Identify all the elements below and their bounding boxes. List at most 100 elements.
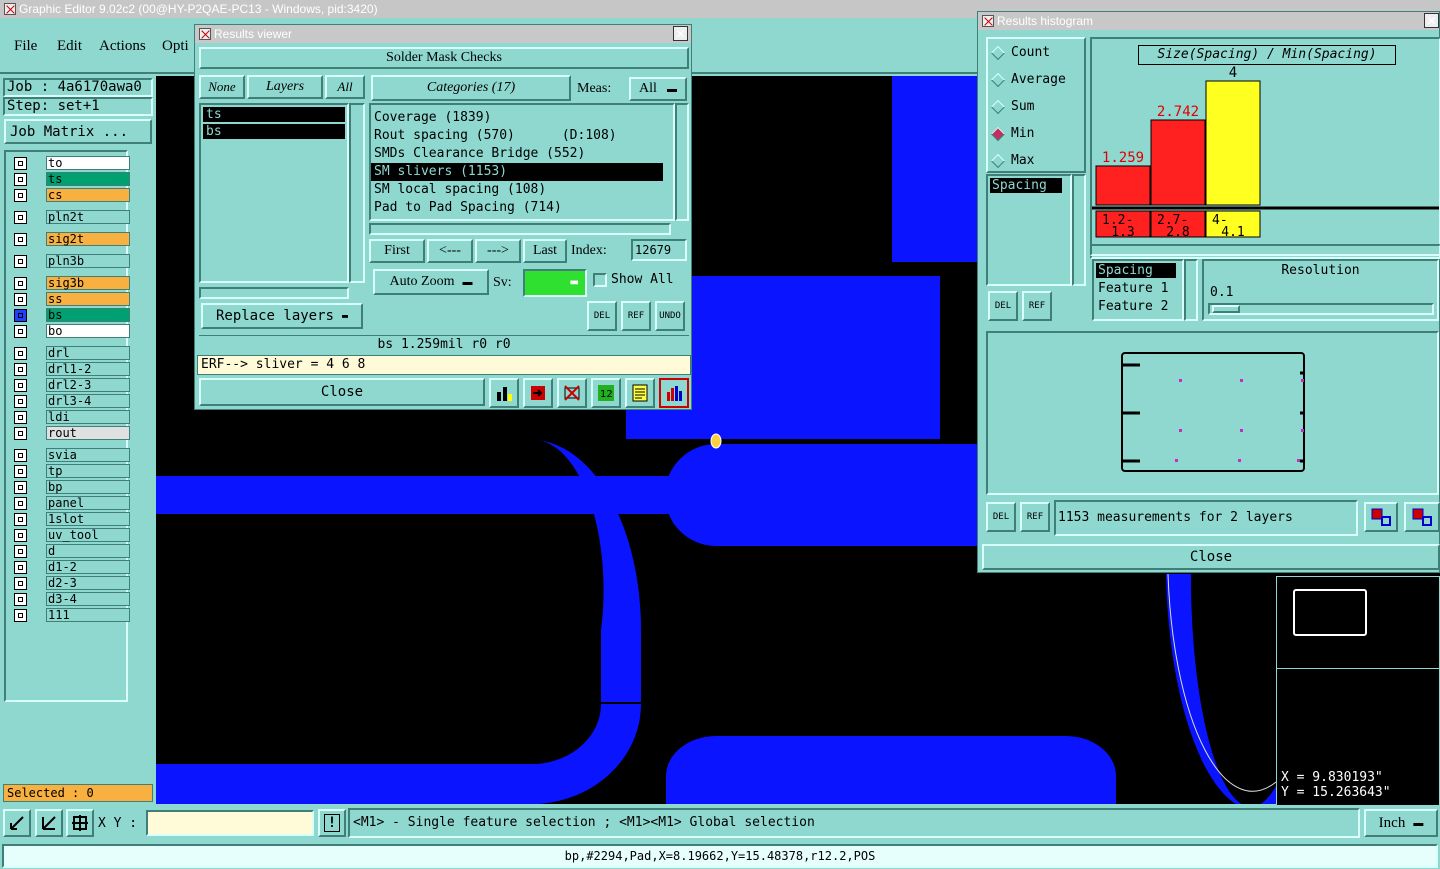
layer-checkbox[interactable] xyxy=(14,254,27,268)
zoom-area-icon[interactable] xyxy=(1404,502,1440,532)
layer-row-pln2t[interactable]: pln2t xyxy=(14,210,130,224)
layer-list-hscroll[interactable] xyxy=(199,287,349,299)
job-matrix-button[interactable]: Job Matrix ... xyxy=(4,119,152,144)
meas-select[interactable]: All ▬ xyxy=(629,77,687,101)
layer-row-d[interactable]: d xyxy=(14,544,130,558)
layer-checkbox[interactable] xyxy=(14,346,27,360)
grid-snap-icon[interactable] xyxy=(66,809,94,837)
layer-row-drl1-2[interactable]: drl1-2 xyxy=(14,362,130,376)
mode-radio-count[interactable]: Count xyxy=(988,39,1084,66)
menu-edit[interactable]: Edit xyxy=(57,38,82,55)
layer-checkbox[interactable] xyxy=(14,464,27,478)
layer-name[interactable]: d2-3 xyxy=(46,576,130,590)
layer-row-bo[interactable]: bo xyxy=(14,324,130,338)
layer-name[interactable]: 1slot xyxy=(46,512,130,526)
list-item[interactable]: Feature 1 xyxy=(1094,280,1182,298)
layer-row-ts[interactable]: ts xyxy=(14,172,130,186)
layer-name[interactable]: bo xyxy=(46,324,130,338)
zoom-fit-icon[interactable] xyxy=(1364,502,1398,532)
layer-checkbox[interactable] xyxy=(14,210,27,224)
layer-name[interactable]: d3-4 xyxy=(46,592,130,606)
layer-name[interactable]: svia xyxy=(46,448,130,462)
slider-thumb[interactable] xyxy=(1212,305,1240,313)
layer-name[interactable]: ss xyxy=(46,292,130,306)
axis-list[interactable]: Spacing Feature 1 Feature 2 xyxy=(1092,259,1184,321)
category-item[interactable]: SMDs Clearance Bridge (552) xyxy=(371,145,673,163)
histogram-icon[interactable] xyxy=(659,378,689,408)
first-button[interactable]: First xyxy=(369,239,425,263)
layer-checkbox[interactable] xyxy=(14,378,27,392)
layers-button[interactable]: Layers xyxy=(247,75,323,99)
layer-row-tp[interactable]: tp xyxy=(14,464,130,478)
layer-checkbox[interactable] xyxy=(14,426,27,440)
layer-row-bs[interactable]: bs xyxy=(14,308,130,322)
layer-row-d2-3[interactable]: d2-3 xyxy=(14,576,130,590)
radio-indicator[interactable] xyxy=(990,72,1006,87)
layer-row-drl3-4[interactable]: drl3-4 xyxy=(14,394,130,408)
layer-name[interactable]: ts xyxy=(46,172,130,186)
mode-radio-min[interactable]: Min xyxy=(988,120,1084,147)
list-item[interactable]: Spacing xyxy=(1096,263,1176,278)
category-item[interactable]: Rout spacing (570) (D:108) xyxy=(371,127,673,145)
report-icon[interactable] xyxy=(625,378,655,408)
category-item[interactable]: SM local spacing (108) xyxy=(371,181,673,199)
next-button[interactable]: ---> xyxy=(475,239,521,263)
auto-zoom-select[interactable]: Auto Zoom ▬ xyxy=(373,269,489,295)
layer-name[interactable]: sig3b xyxy=(46,276,130,290)
layer-name[interactable]: bp xyxy=(46,480,130,494)
preview-del-button[interactable]: DEL xyxy=(986,502,1016,532)
layer-row-d1-2[interactable]: d1-2 xyxy=(14,560,130,574)
layer-name[interactable]: 111 xyxy=(46,608,130,622)
layer-name[interactable]: panel xyxy=(46,496,130,510)
list-item[interactable]: Spacing xyxy=(990,178,1062,193)
layer-checkbox[interactable] xyxy=(14,156,27,170)
category-list[interactable]: Coverage (1839) Rout spacing (570) (D:108… xyxy=(369,103,675,221)
index-field[interactable]: 12679 xyxy=(631,239,687,261)
histogram-ref-button[interactable]: REF xyxy=(1022,291,1052,321)
delete-layer-icon[interactable] xyxy=(557,378,587,408)
close-icon[interactable]: ✕ xyxy=(1424,13,1439,28)
close-button[interactable]: Close xyxy=(199,378,485,406)
layer-row-ldi[interactable]: ldi xyxy=(14,410,130,424)
menu-options[interactable]: Opti xyxy=(162,38,189,55)
layer-checkbox[interactable] xyxy=(14,560,27,574)
histogram-bar[interactable] xyxy=(1095,165,1151,206)
layer-checkbox[interactable] xyxy=(14,576,27,590)
layer-checkbox[interactable] xyxy=(14,410,27,424)
list-item[interactable]: ts xyxy=(203,107,345,122)
category-item[interactable]: SM slivers (1153) xyxy=(371,163,663,181)
histogram-bar[interactable] xyxy=(1205,80,1261,206)
layer-checkbox[interactable] xyxy=(14,512,27,526)
layer-row-drl[interactable]: drl xyxy=(14,346,130,360)
layer-checkbox[interactable] xyxy=(14,188,27,202)
last-button[interactable]: Last xyxy=(523,239,567,263)
layer-results-list[interactable]: ts bs xyxy=(199,103,349,283)
close-icon[interactable]: ✕ xyxy=(673,26,688,41)
list-item[interactable]: Feature 2 xyxy=(1094,298,1182,316)
xy-input[interactable] xyxy=(146,810,314,836)
mode-radio-max[interactable]: Max xyxy=(988,147,1084,174)
layer-checkbox[interactable] xyxy=(14,276,27,290)
units-select[interactable]: Inch ▬ xyxy=(1364,809,1438,837)
layer-name[interactable]: drl3-4 xyxy=(46,394,130,408)
layer-row-1slot[interactable]: 1slot xyxy=(14,512,130,526)
mini-map[interactable]: X = 9.830193" Y = 15.263643" xyxy=(1276,576,1440,806)
categories-button[interactable]: Categories (17) xyxy=(371,75,571,101)
radio-indicator[interactable] xyxy=(990,45,1006,60)
histogram-close-button[interactable]: Close xyxy=(982,544,1440,570)
layer-row-111[interactable]: 111 xyxy=(14,608,130,622)
histogram-bar[interactable] xyxy=(1150,119,1206,206)
axis-scrollbar[interactable] xyxy=(1184,259,1198,321)
layer-row-drl2-3[interactable]: drl2-3 xyxy=(14,378,130,392)
layer-checkbox[interactable] xyxy=(14,292,27,306)
replace-layers-button[interactable]: Replace layers ▬ xyxy=(201,303,363,329)
radio-indicator[interactable] xyxy=(990,126,1006,141)
layer-checkbox[interactable] xyxy=(14,172,27,186)
layer-checkbox[interactable] xyxy=(14,232,27,246)
layer-checkbox[interactable] xyxy=(14,592,27,606)
mode-radio-sum[interactable]: Sum xyxy=(988,93,1084,120)
layer-name[interactable]: drl2-3 xyxy=(46,378,130,392)
layer-name[interactable]: d1-2 xyxy=(46,560,130,574)
layer-checkbox[interactable] xyxy=(14,544,27,558)
category-hscroll[interactable] xyxy=(369,223,671,235)
